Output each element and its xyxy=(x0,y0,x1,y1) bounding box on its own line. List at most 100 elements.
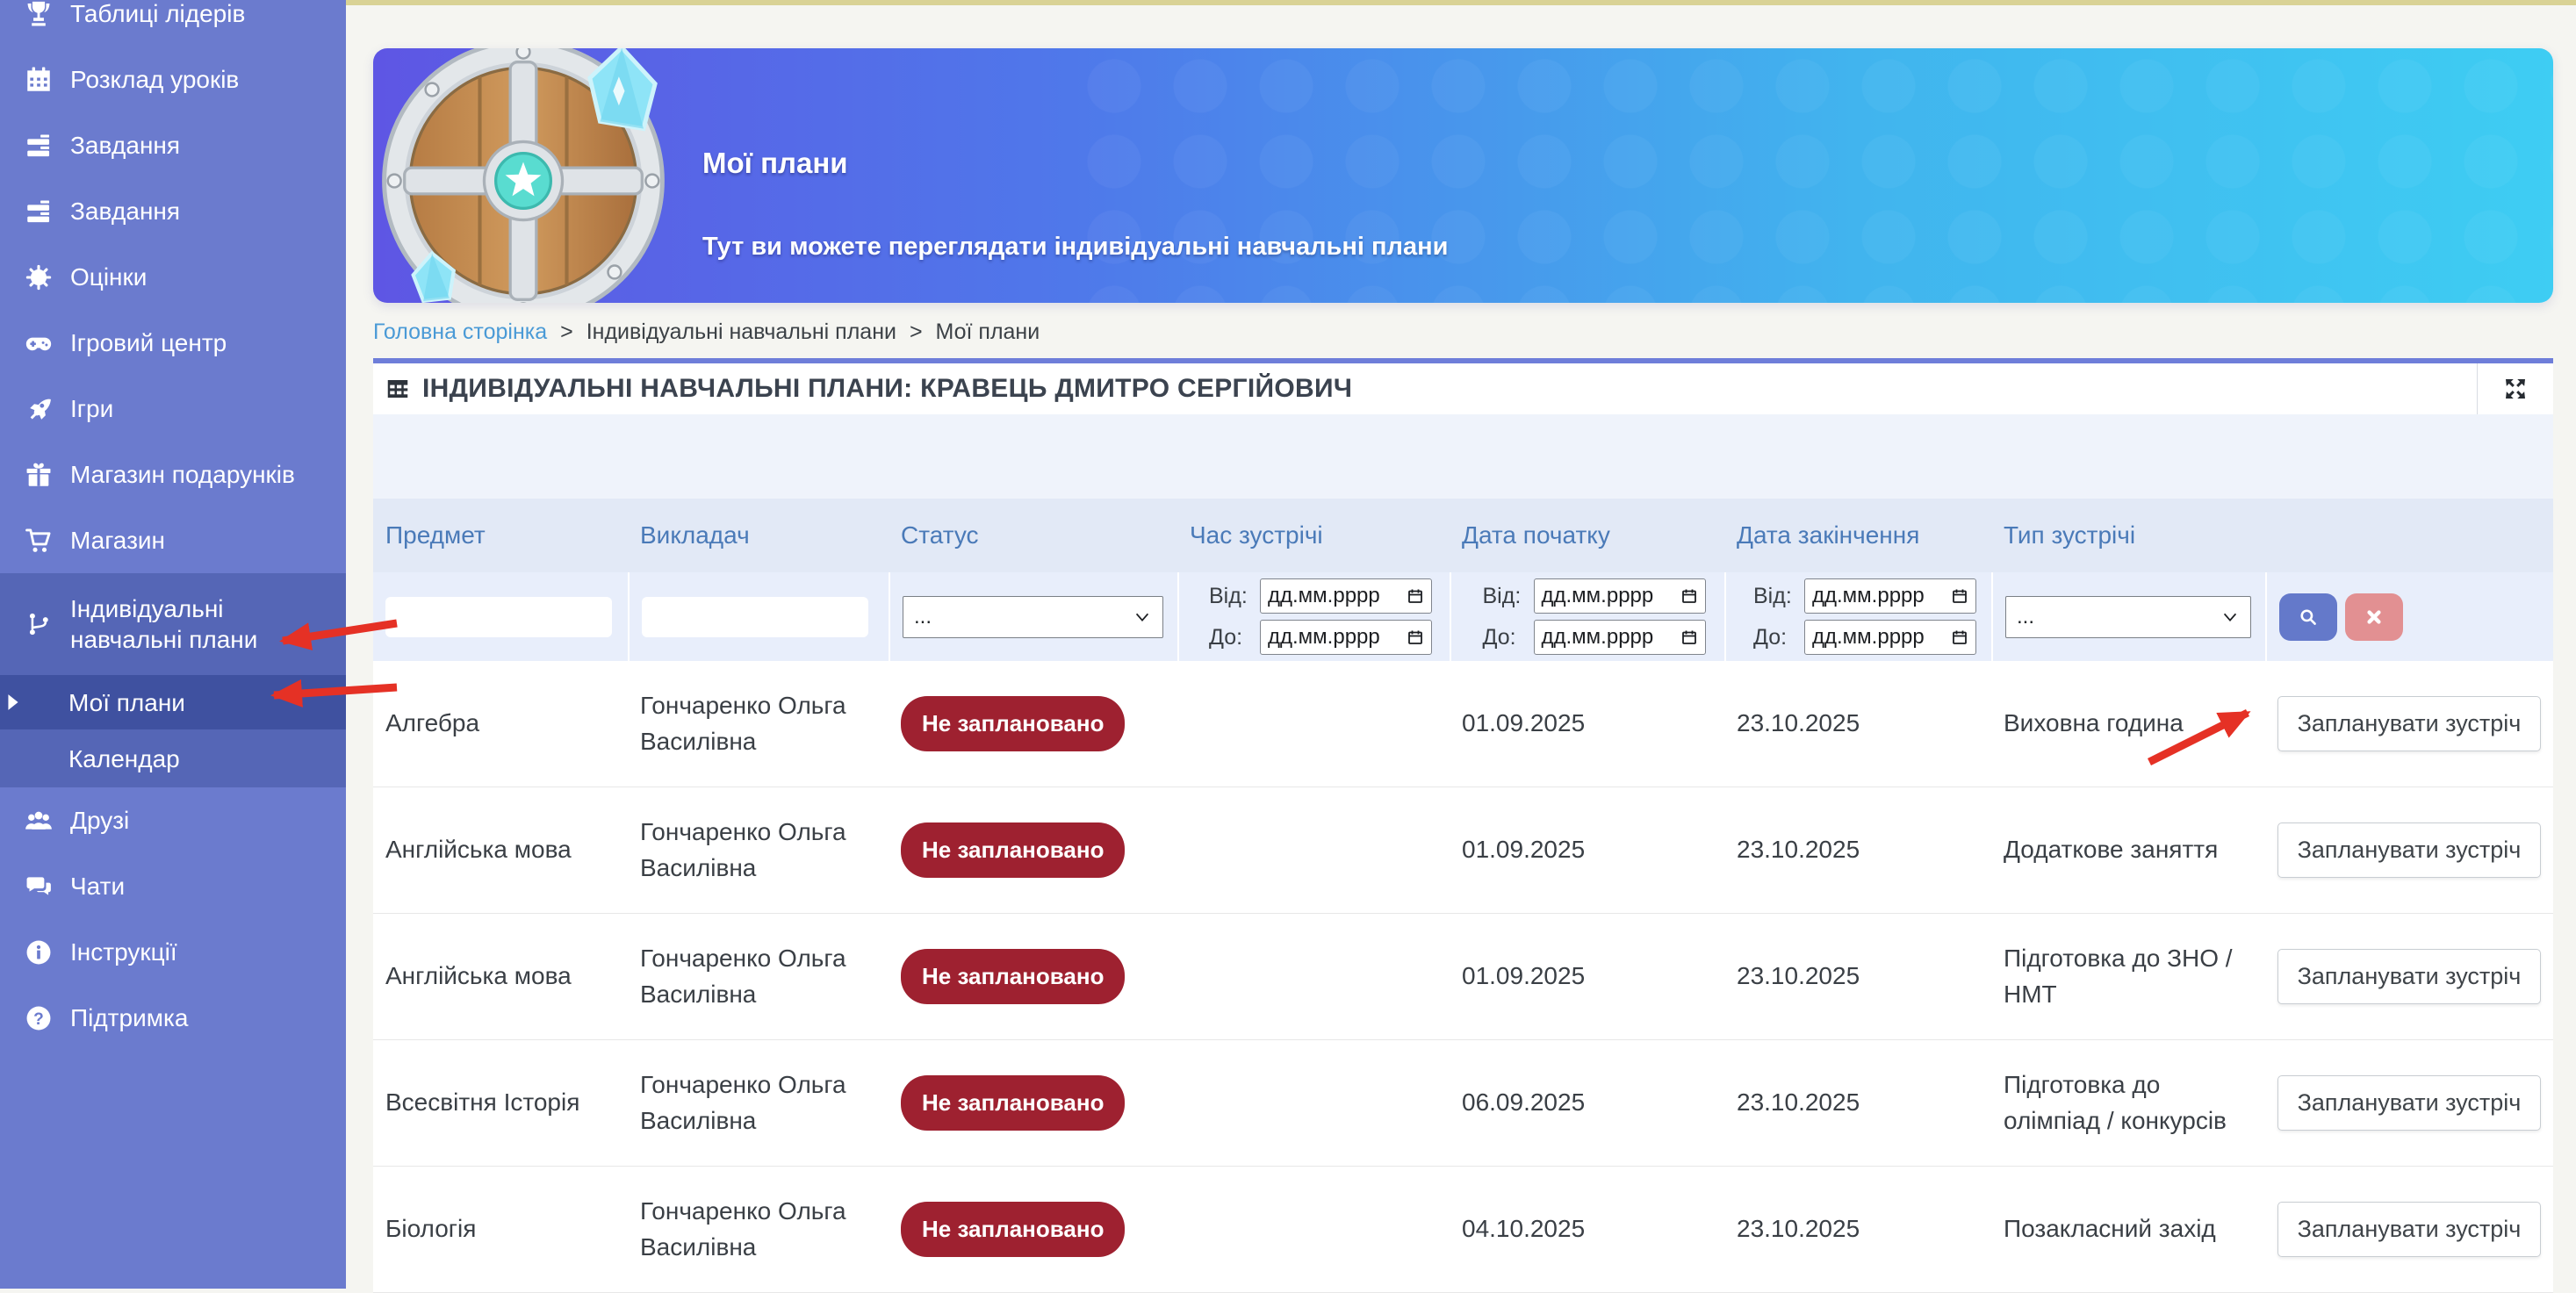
calendar-icon xyxy=(1407,629,1424,646)
sidebar-item-grades[interactable]: Оцінки xyxy=(0,244,346,310)
main-content: Мої плани Тут ви можете переглядати інди… xyxy=(346,0,2576,1289)
sidebar-item-gift-shop[interactable]: Магазин подарунків xyxy=(0,442,346,507)
status-cell: Не заплановано xyxy=(889,949,1177,1005)
breadcrumb-separator: > xyxy=(560,320,573,344)
meeting-type-filter-value: ... xyxy=(2017,605,2034,629)
clear-filters-button[interactable] xyxy=(2345,593,2403,641)
date-start-to-input[interactable]: дд.мм.рррр xyxy=(1534,620,1706,655)
expand-button[interactable] xyxy=(2477,363,2553,414)
actions-cell: Запланувати зустріч xyxy=(2265,822,2553,878)
sidebar-item-leaderboards[interactable]: Таблиці лідерів xyxy=(0,0,346,47)
date-start-cell: 04.10.2025 xyxy=(1450,1211,1724,1247)
date-end-to-input[interactable]: дд.мм.рррр xyxy=(1804,620,1976,655)
from-label: Від: xyxy=(1753,584,1804,609)
sidebar-item-my-plans[interactable]: Мої плани xyxy=(0,675,346,729)
subject-cell: Англійська мова xyxy=(373,959,628,995)
gamepad-icon xyxy=(19,328,58,358)
sidebar-item-game-center[interactable]: Ігровий центр xyxy=(0,310,346,376)
search-button[interactable] xyxy=(2279,593,2337,641)
info-icon xyxy=(19,937,58,967)
sidebar-item-label: Розклад уроків xyxy=(70,64,239,95)
sidebar-item-support[interactable]: ?Підтримка xyxy=(0,985,346,1051)
date-end-cell: 23.10.2025 xyxy=(1724,1211,1991,1247)
breadcrumb-item-plans: Індивідуальні навчальні плани xyxy=(586,320,896,344)
close-icon xyxy=(2363,606,2385,629)
sidebar-item-label: Друзі xyxy=(70,805,129,836)
sidebar-item-schedule[interactable]: Розклад уроків xyxy=(0,47,346,112)
schedule-meeting-button[interactable]: Запланувати зустріч xyxy=(2277,1075,2541,1131)
schedule-meeting-button[interactable]: Запланувати зустріч xyxy=(2277,949,2541,1004)
sidebar-item-tasks[interactable]: Завдання xyxy=(0,112,346,178)
crystal-icon xyxy=(590,48,655,129)
sidebar-item-label: Таблиці лідерів xyxy=(70,0,245,29)
status-filter-value: ... xyxy=(914,605,932,629)
date-start-filter-cell: Від: дд.мм.рррр До: дд.мм.рррр xyxy=(1450,572,1724,661)
banner-title: Мої плани xyxy=(702,147,848,180)
cart-icon xyxy=(19,526,58,556)
column-header-meeting-type: Тип зустрічі xyxy=(1991,521,2265,550)
status-filter-select[interactable]: ... xyxy=(903,596,1163,638)
table-row: Всесвітня ІсторіяГончаренко Ольга Василі… xyxy=(373,1040,2553,1167)
breadcrumb-separator: > xyxy=(910,320,923,344)
meeting-time-from-input[interactable]: дд.мм.рррр xyxy=(1260,578,1432,614)
status-cell: Не заплановано xyxy=(889,822,1177,879)
teacher-cell: Гончаренко Ольга Василівна xyxy=(628,815,889,886)
sidebar-item-calendar[interactable]: Календар xyxy=(0,729,346,787)
subject-cell: Всесвітня Історія xyxy=(373,1085,628,1121)
table-icon xyxy=(385,376,411,402)
calendar-icon xyxy=(1951,629,1968,646)
sidebar-item-tasks-2[interactable]: Завдання xyxy=(0,178,346,244)
panel-titlebar: ІНДИВІДУАЛЬНІ НАВЧАЛЬНІ ПЛАНИ: КРАВЕЦЬ Д… xyxy=(373,363,2553,414)
search-icon xyxy=(2297,606,2320,629)
meeting-type-cell: Підготовка до олімпіад / конкурсів xyxy=(1991,1067,2265,1139)
table-row: БіологіяГончаренко Ольга ВасилівнаНе зап… xyxy=(373,1167,2553,1293)
actions-cell: Запланувати зустріч xyxy=(2265,1202,2553,1257)
sidebar-item-games[interactable]: Ігри xyxy=(0,376,346,442)
users-icon xyxy=(19,806,58,836)
plans-panel: ІНДИВІДУАЛЬНІ НАВЧАЛЬНІ ПЛАНИ: КРАВЕЦЬ Д… xyxy=(373,358,2553,1289)
table-row: Англійська моваГончаренко Ольга Василівн… xyxy=(373,787,2553,914)
seal-icon xyxy=(19,262,58,292)
sidebar-menu: Таблиці лідерів Розклад уроків ЗавданняЗав… xyxy=(0,0,346,1051)
sidebar-item-label: Магазин xyxy=(70,525,165,556)
subject-cell: Англійська мова xyxy=(373,832,628,868)
meeting-type-filter-select[interactable]: ... xyxy=(2005,596,2251,638)
sidebar-item-friends[interactable]: Друзі xyxy=(0,787,346,853)
date-end-from-input[interactable]: дд.мм.рррр xyxy=(1804,578,1976,614)
date-start-cell: 06.09.2025 xyxy=(1450,1085,1724,1121)
sidebar-item-individual-plans[interactable]: Індивідуальні навчальні плани xyxy=(0,573,346,675)
chat-icon xyxy=(19,872,58,902)
table-filter-row: ... Від: дд.мм.рррр До: д xyxy=(373,572,2553,661)
panel-title: ІНДИВІДУАЛЬНІ НАВЧАЛЬНІ ПЛАНИ: КРАВЕЦЬ Д… xyxy=(422,374,1352,404)
date-end-cell: 23.10.2025 xyxy=(1724,959,1991,995)
schedule-meeting-button[interactable]: Запланувати зустріч xyxy=(2277,822,2541,878)
svg-text:?: ? xyxy=(33,1009,44,1028)
schedule-meeting-button[interactable]: Запланувати зустріч xyxy=(2277,1202,2541,1257)
status-cell: Не заплановано xyxy=(889,1075,1177,1131)
to-label: До: xyxy=(1753,625,1804,650)
calendar-icon xyxy=(1680,587,1698,605)
teacher-filter-input[interactable] xyxy=(642,597,868,637)
subject-filter-input[interactable] xyxy=(385,597,612,637)
meeting-type-cell: Виховна година xyxy=(1991,706,2265,742)
trophy-icon xyxy=(19,0,58,29)
actions-cell: Запланувати зустріч xyxy=(2265,949,2553,1004)
meeting-time-to-input[interactable]: дд.мм.рррр xyxy=(1260,620,1432,655)
column-header-subject: Предмет xyxy=(373,521,628,550)
column-header-date-end: Дата закінчення xyxy=(1724,521,1991,550)
sidebar-item-shop[interactable]: Магазин xyxy=(0,507,346,573)
date-start-cell: 01.09.2025 xyxy=(1450,832,1724,868)
subject-cell: Біологія xyxy=(373,1211,628,1247)
gift-icon xyxy=(19,460,58,490)
meeting-time-filter-cell: Від: дд.мм.рррр До: дд.мм.рррр xyxy=(1177,572,1450,661)
banner-subtitle: Тут ви можете переглядати індивідуальні … xyxy=(702,233,1448,262)
status-filter-cell: ... xyxy=(889,572,1177,661)
sidebar-item-chats[interactable]: Чати xyxy=(0,853,346,919)
schedule-meeting-button[interactable]: Запланувати зустріч xyxy=(2277,696,2541,751)
column-header-date-start: Дата початку xyxy=(1450,521,1724,550)
sidebar-item-instructions[interactable]: Інструкції xyxy=(0,919,346,985)
subject-cell: Алгебра xyxy=(373,706,628,742)
date-start-from-input[interactable]: дд.мм.рррр xyxy=(1534,578,1706,614)
breadcrumb-home-link[interactable]: Головна сторінка xyxy=(373,320,547,344)
calendar-icon xyxy=(1407,587,1424,605)
